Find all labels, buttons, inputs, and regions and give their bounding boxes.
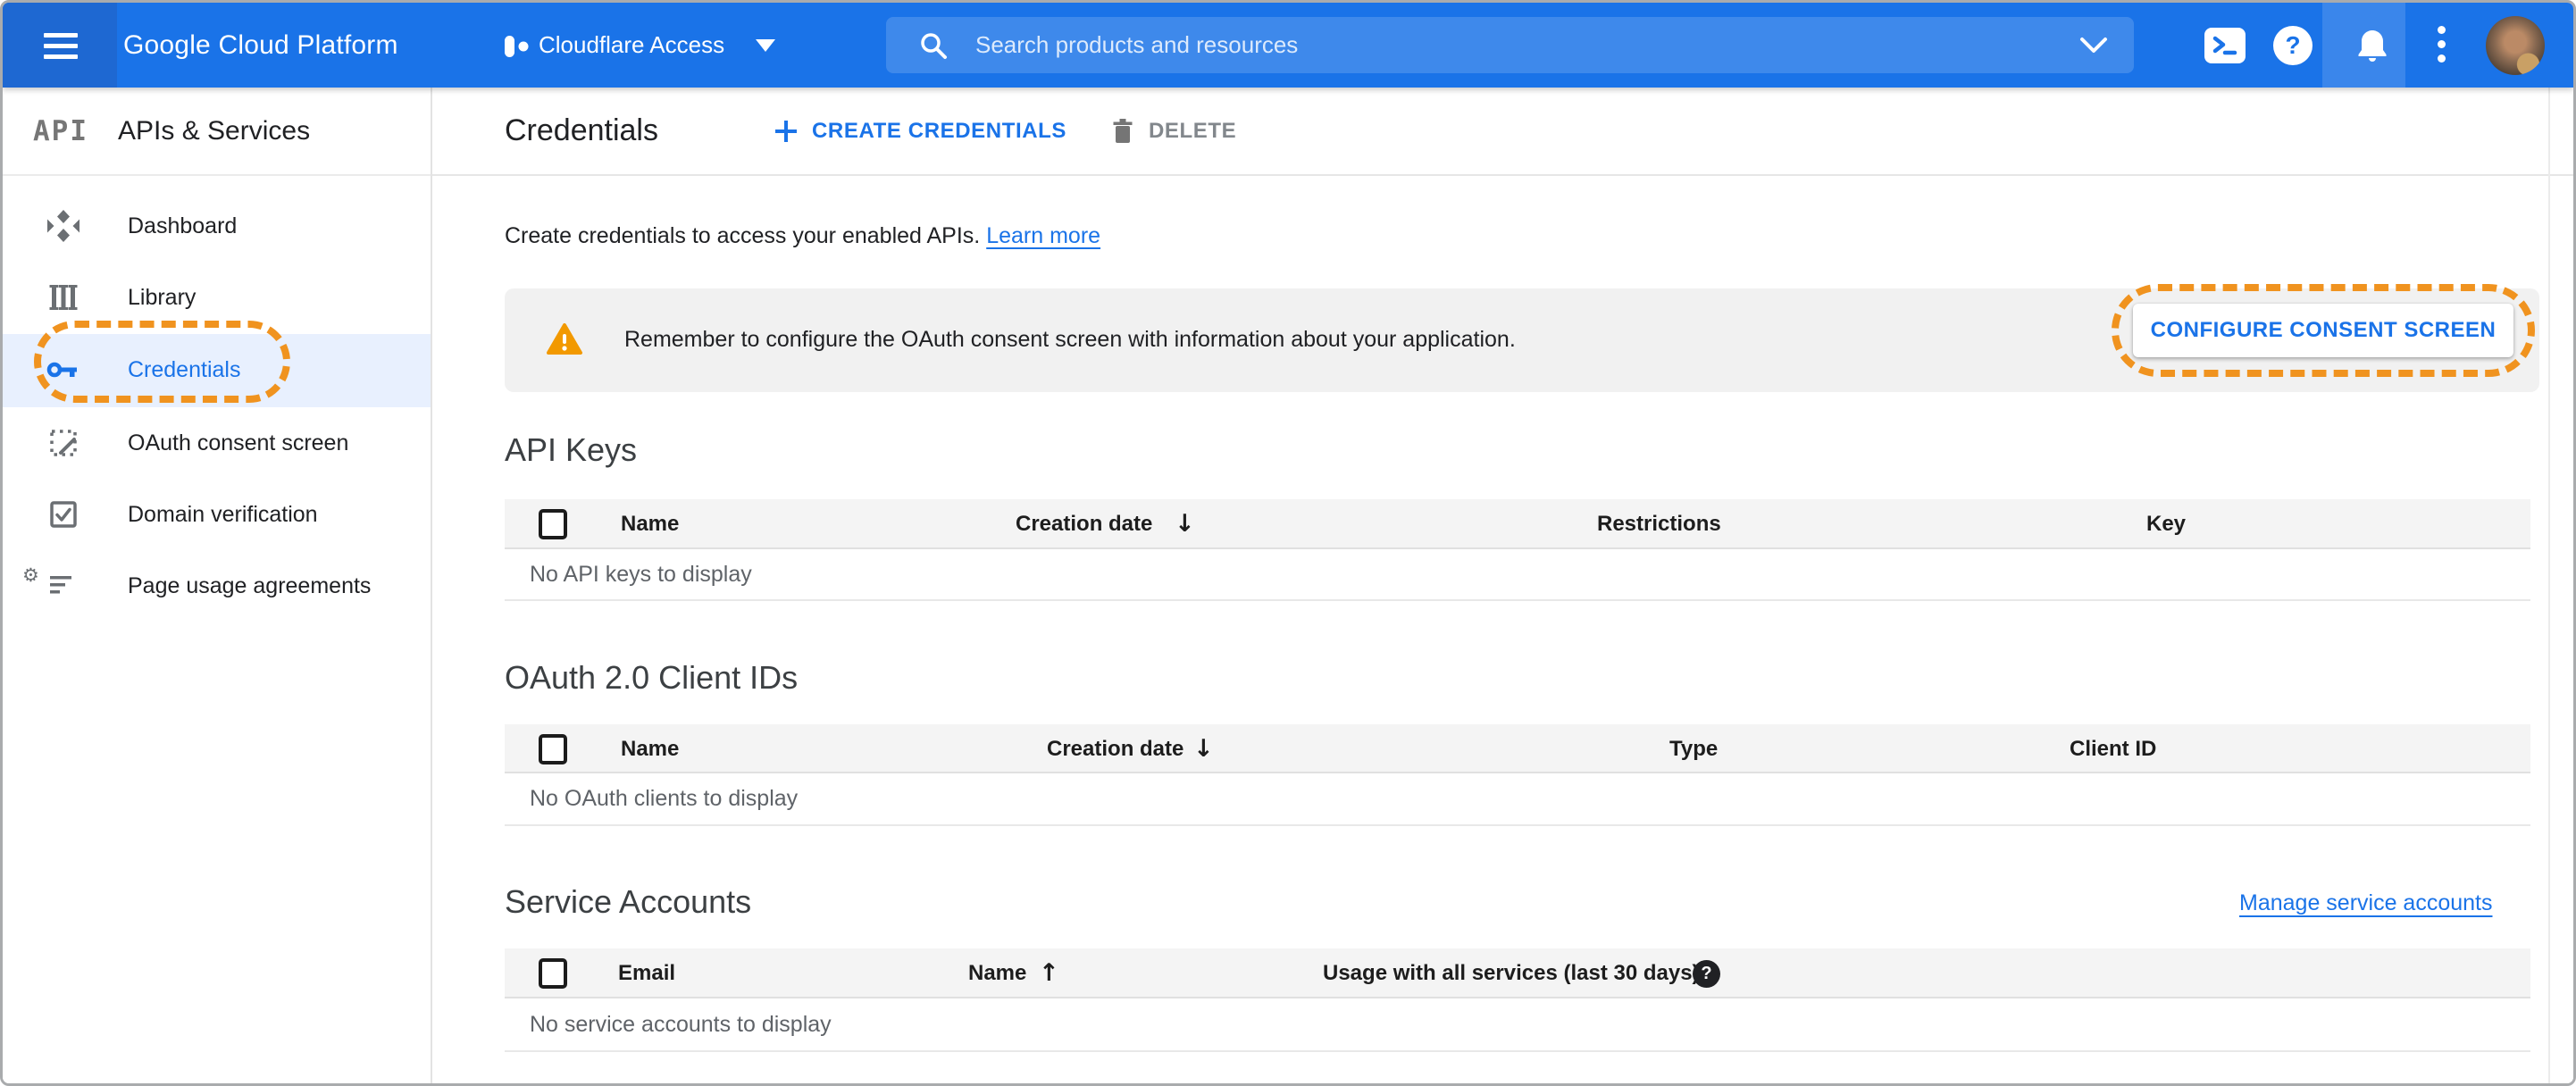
delete-button[interactable]: DELETE (1109, 88, 1236, 174)
column-header-client-id[interactable]: Client ID (2070, 724, 2156, 773)
learn-more-link[interactable]: Learn more (986, 223, 1100, 248)
column-header-key[interactable]: Key (2146, 499, 2186, 549)
project-name: Cloudflare Access (539, 31, 725, 58)
hamburger-menu-icon[interactable] (44, 33, 78, 65)
api-keys-table-header: Name Creation date ↓ Restrictions Key (505, 499, 2530, 549)
key-icon (46, 362, 77, 378)
caret-down-icon (756, 39, 775, 52)
sidebar-item-dashboard[interactable]: Dashboard (3, 190, 431, 262)
page-toolbar: Credentials CREATE CREDENTIALS DELETE (432, 88, 2573, 176)
chevron-down-icon[interactable] (2078, 37, 2109, 54)
create-credentials-button[interactable]: CREATE CREDENTIALS (773, 88, 1066, 174)
api-keys-heading: API Keys (505, 431, 638, 468)
trash-icon (1113, 118, 1133, 143)
notifications-bell-icon[interactable] (2354, 28, 2390, 65)
column-header-name[interactable]: Name (968, 948, 1026, 998)
gear-icon: ⚙ (22, 564, 39, 586)
service-accounts-empty-row: No service accounts to display (505, 998, 2530, 1052)
column-header-restrictions[interactable]: Restrictions (1597, 499, 1721, 549)
sidebar-item-oauth-consent-screen[interactable]: OAuth consent screen (3, 407, 431, 479)
sidebar-item-domain-verification[interactable]: Domain verification (3, 479, 431, 550)
domain-verification-icon (50, 501, 77, 528)
select-all-checkbox[interactable] (539, 958, 567, 989)
service-accounts-heading: Service Accounts (505, 883, 752, 920)
configure-consent-screen-button[interactable]: CONFIGURE CONSENT SCREEN (2133, 304, 2513, 357)
sidebar-item-library[interactable]: Library (3, 262, 431, 333)
search-input[interactable] (975, 17, 2029, 73)
gcp-logo[interactable]: Google Cloud Platform (123, 3, 398, 88)
scrollbar-track[interactable] (2548, 88, 2550, 1083)
cloud-shell-button[interactable] (2204, 28, 2246, 63)
more-options-icon[interactable] (2438, 26, 2446, 69)
column-header-name[interactable]: Name (621, 499, 679, 549)
intro-text: Create credentials to access your enable… (505, 223, 1101, 248)
dashboard-icon (47, 210, 79, 242)
sidebar-product-title: APIs & Services (118, 116, 311, 146)
banner-message: Remember to configure the OAuth consent … (624, 327, 1516, 352)
sort-desc-icon[interactable]: ↓ (1193, 724, 1214, 773)
manage-service-accounts-link[interactable]: Manage service accounts (2239, 890, 2492, 916)
select-all-checkbox[interactable] (539, 509, 567, 539)
page-title: Credentials (505, 113, 658, 147)
column-header-email[interactable]: Email (618, 948, 675, 998)
column-header-name[interactable]: Name (621, 724, 679, 773)
browser-window: Google Cloud Platform Cloudflare Access (0, 0, 2576, 1086)
consent-screen-icon (50, 430, 77, 456)
page-usage-icon (50, 576, 71, 594)
question-icon: ? (2285, 31, 2301, 59)
column-header-usage[interactable]: Usage with all services (last 30 days) (1323, 948, 1700, 998)
oauth-clients-heading: OAuth 2.0 Client IDs (505, 659, 799, 696)
library-icon (49, 285, 78, 310)
sort-asc-icon[interactable]: ↑ (1039, 948, 1059, 998)
select-all-checkbox[interactable] (539, 734, 567, 764)
column-header-type[interactable]: Type (1669, 724, 1718, 773)
warning-triangle-icon (547, 323, 582, 355)
sidebar-item-credentials[interactable]: Credentials (3, 334, 431, 407)
service-accounts-table-header: Email Name ↑ Usage with all services (la… (505, 948, 2530, 998)
api-product-icon: API (33, 115, 88, 147)
top-app-bar: Google Cloud Platform Cloudflare Access (3, 3, 2573, 88)
sort-desc-icon[interactable]: ↓ (1175, 499, 1195, 549)
search-icon (921, 33, 947, 59)
sidebar-item-page-usage-agreements[interactable]: ⚙ Page usage agreements (3, 550, 431, 622)
project-hexagons-icon (505, 36, 529, 57)
api-keys-empty-row: No API keys to display (505, 549, 2530, 601)
search-bar[interactable] (886, 17, 2134, 73)
column-header-creation-date[interactable]: Creation date (1016, 499, 1152, 549)
account-avatar[interactable] (2486, 16, 2545, 75)
usage-help-icon[interactable]: ? (1693, 960, 1720, 988)
sidebar: API APIs & Services Dashboard Library Cr… (3, 88, 432, 1083)
main-content: Credentials CREATE CREDENTIALS DELETE Cr… (432, 88, 2573, 1083)
sidebar-header: API APIs & Services (3, 88, 431, 176)
oauth-clients-table-header: Name Creation date ↓ Type Client ID (505, 724, 2530, 773)
terminal-icon (2212, 36, 2237, 55)
column-header-creation-date[interactable]: Creation date (1047, 724, 1183, 773)
oauth-clients-empty-row: No OAuth clients to display (505, 773, 2530, 826)
help-button[interactable]: ? (2273, 26, 2313, 65)
consent-warning-banner: Remember to configure the OAuth consent … (505, 284, 2539, 392)
plus-icon (775, 120, 797, 142)
